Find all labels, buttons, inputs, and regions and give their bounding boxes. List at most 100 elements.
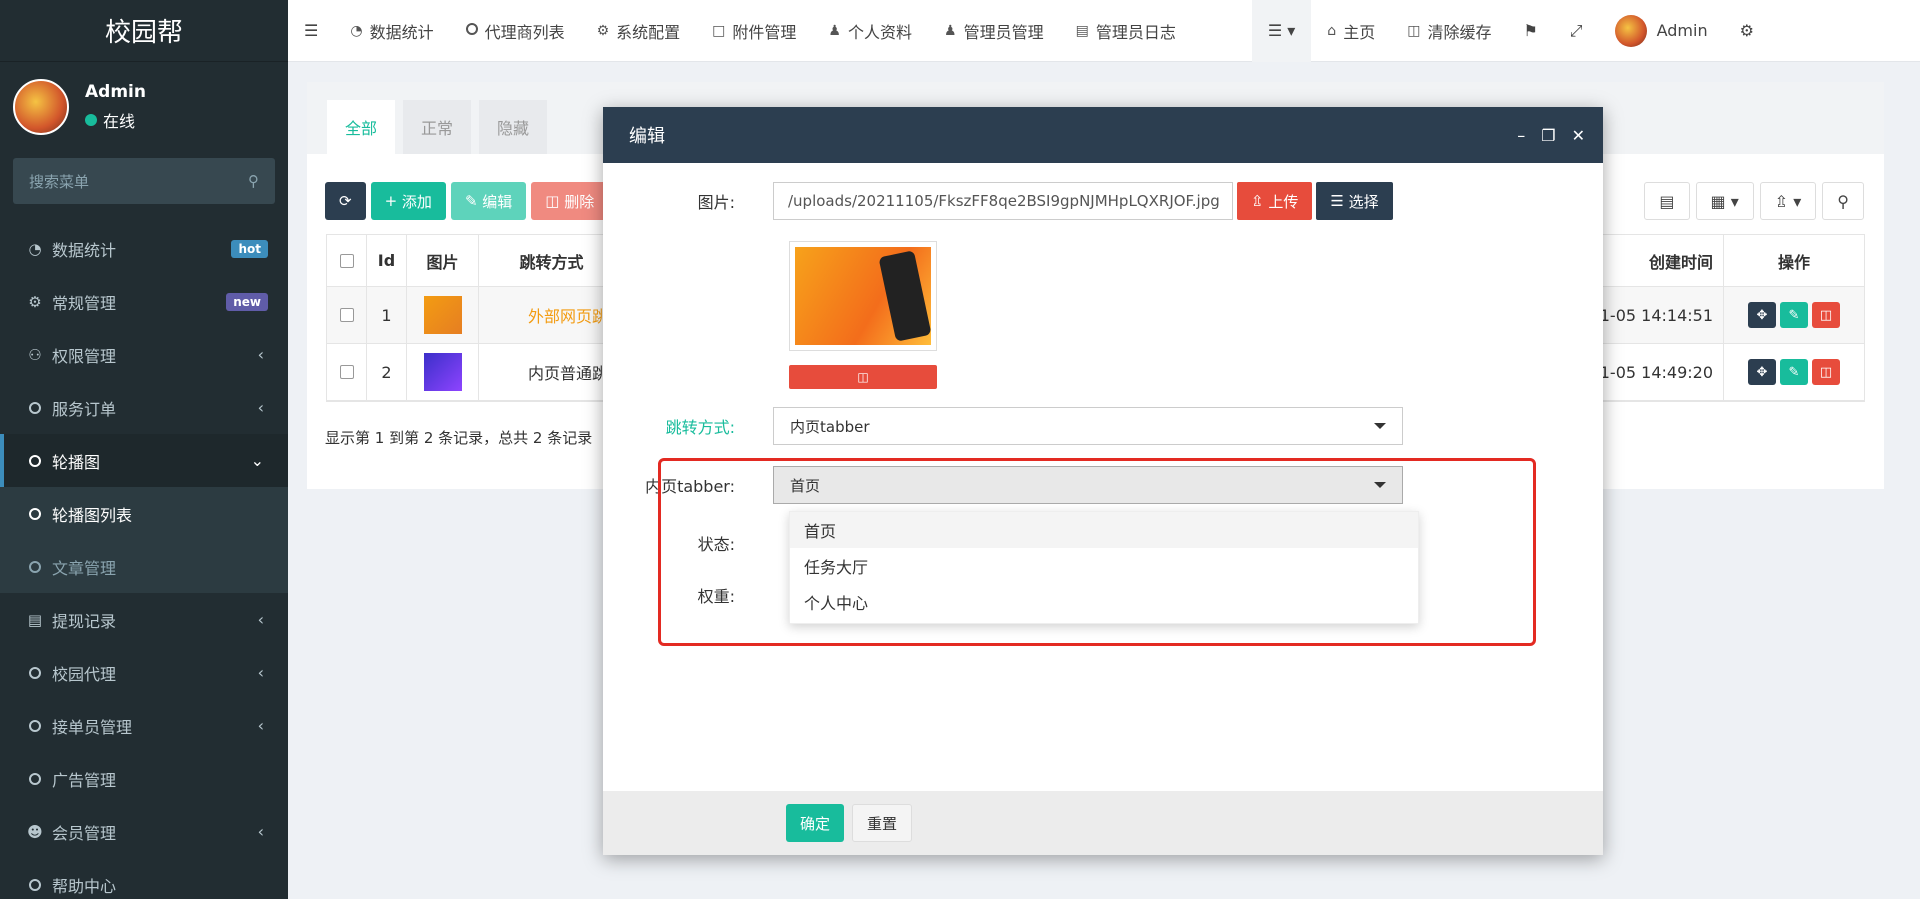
jump-select[interactable]: 内页tabber (773, 407, 1403, 445)
option-personal-center[interactable]: 个人中心 (790, 584, 1418, 620)
option-task-hall[interactable]: 任务大厅 (790, 548, 1418, 584)
row-checkbox[interactable] (327, 344, 367, 400)
nav-tab-admin-log[interactable]: ▤ 管理员日志 (1060, 0, 1192, 62)
nav-tab-attachments[interactable]: □ 附件管理 (696, 0, 812, 62)
tabber-select[interactable]: 首页 (773, 466, 1403, 504)
user-icon: ♟ (828, 22, 841, 39)
sidebar-item-withdraw[interactable]: ▤ 提现记录 ‹ (0, 593, 288, 646)
chevron-left-icon: ‹ (257, 398, 264, 417)
header-id[interactable]: Id (367, 235, 407, 286)
nav-tab-dashboard[interactable]: ◔ 数据统计 (334, 0, 449, 62)
remove-image-button[interactable]: ◫ (789, 365, 937, 389)
brand-title[interactable]: 校园帮 (0, 0, 288, 62)
sidebar-item-takers[interactable]: 接单员管理 ‹ (0, 699, 288, 752)
grid-icon: ▦ ▾ (1710, 191, 1739, 211)
sidebar-item-help[interactable]: 帮助中心 (0, 858, 288, 899)
online-dot-icon (85, 114, 97, 126)
export-button[interactable]: ⇫ ▾ (1759, 182, 1817, 220)
row-checkbox[interactable] (327, 287, 367, 343)
search-button[interactable]: ⚲ (1822, 182, 1864, 220)
tab-normal[interactable]: 正常 (403, 100, 472, 154)
sidebar-item-carousel-list[interactable]: 轮播图列表 (0, 487, 288, 540)
avatar (13, 79, 69, 135)
list-alt-icon: ▤ (1075, 22, 1089, 39)
tabber-label: 内页tabber: (645, 477, 735, 496)
tabber-field-row: 内页tabber: 首页 (603, 466, 1403, 504)
nav-tab-agents[interactable]: 代理商列表 (450, 0, 581, 62)
row-thumbnail[interactable] (407, 344, 479, 400)
nav-dropdown-menu[interactable]: ☰ ▾ (1251, 0, 1312, 62)
drag-handle-icon[interactable]: ✥ (1748, 359, 1776, 385)
sidebar-item-auth[interactable]: ⚇ 权限管理 ‹ (0, 328, 288, 381)
nav-tab-admins[interactable]: ♟ 管理员管理 (928, 0, 1060, 62)
sidebar-item-carousel[interactable]: 轮播图 ⌄ (0, 434, 288, 487)
settings-button[interactable]: ⚙ (1724, 0, 1770, 62)
modal-header[interactable]: 编辑 – ❐ ✕ (603, 107, 1603, 163)
maximize-icon[interactable]: ❐ (1541, 126, 1555, 145)
sidebar-toggle-button[interactable]: ☰ (288, 0, 334, 62)
upload-icon: ⇫ (1251, 192, 1269, 210)
toolbar: ⟳ + 添加 ✎ 编辑 ◫ 删除 (325, 182, 613, 220)
admin-user-menu[interactable]: Admin (1599, 0, 1724, 62)
nav-tab-profile[interactable]: ♟ 个人资料 (812, 0, 928, 62)
caret-down-icon (1374, 482, 1386, 488)
edit-row-button[interactable]: ✎ (1780, 359, 1808, 385)
circle-icon (26, 401, 44, 414)
choose-button[interactable]: ☰ 选择 (1316, 182, 1393, 220)
row-thumbnail[interactable] (407, 287, 479, 343)
option-home[interactable]: 首页 (790, 512, 1418, 548)
language-icon: ⚑ (1523, 21, 1538, 40)
chevron-left-icon: ‹ (257, 610, 264, 629)
search-icon: ⚲ (1837, 191, 1849, 211)
nav-tab-config[interactable]: ⚙ 系统配置 (581, 0, 697, 62)
sidebar-item-ads[interactable]: 广告管理 (0, 752, 288, 805)
close-icon[interactable]: ✕ (1572, 126, 1585, 145)
tab-hidden[interactable]: 隐藏 (479, 100, 548, 154)
dashboard-icon: ◔ (28, 239, 42, 258)
jump-label: 跳转方式: (665, 418, 735, 437)
edit-row-button[interactable]: ✎ (1780, 302, 1808, 328)
home-link[interactable]: ⌂ 主页 (1311, 0, 1391, 62)
drag-handle-icon[interactable]: ✥ (1748, 302, 1776, 328)
new-badge: new (226, 292, 268, 311)
delete-button[interactable]: ◫ 删除 (531, 182, 609, 220)
add-button[interactable]: + 添加 (370, 182, 446, 220)
fullscreen-button[interactable]: ⤢ (1554, 0, 1599, 62)
search-icon[interactable]: ⚲ (248, 172, 259, 190)
cogs-icon: ⚙ (28, 292, 42, 311)
image-preview[interactable] (789, 241, 937, 351)
hot-badge: hot (231, 239, 268, 258)
select-all-checkbox[interactable] (327, 235, 367, 286)
language-button[interactable]: ⚑ (1507, 0, 1553, 62)
weight-label: 权重: (697, 587, 735, 606)
sidebar-item-articles[interactable]: 文章管理 (0, 540, 288, 593)
sidebar-item-dashboard[interactable]: ◔ 数据统计 hot (0, 222, 288, 275)
menu-search-input[interactable]: 搜索菜单 ⚲ (13, 158, 275, 204)
clear-cache-button[interactable]: ◫ 清除缓存 (1391, 0, 1507, 62)
confirm-button[interactable]: 确定 (786, 804, 845, 842)
reset-button[interactable]: 重置 (852, 804, 913, 842)
avatar (1614, 14, 1647, 47)
tab-all[interactable]: 全部 (327, 100, 396, 154)
image-path-input[interactable]: /uploads/20211105/FkszFF8qe2BSI9gpNJMHpL… (773, 182, 1233, 220)
upload-button[interactable]: ⇫ 上传 (1237, 182, 1313, 220)
minimize-icon[interactable]: – (1517, 126, 1525, 145)
toggle-view-button[interactable]: ▤ (1644, 182, 1690, 220)
preview-image (795, 247, 931, 345)
users-icon: ⚇ (28, 345, 42, 364)
user-panel: Admin 在线 (0, 62, 288, 152)
sidebar-item-campus-agent[interactable]: 校园代理 ‹ (0, 646, 288, 699)
trash-icon: ◫ (857, 370, 869, 384)
edit-button[interactable]: ✎ 编辑 (450, 182, 527, 220)
pagination-info: 显示第 1 到第 2 条记录，总共 2 条记录 (325, 429, 593, 447)
export-icon: ⇫ ▾ (1774, 191, 1802, 211)
sidebar-item-members[interactable]: ☻ 会员管理 ‹ (0, 805, 288, 858)
refresh-button[interactable]: ⟳ (325, 182, 366, 220)
circle-icon (26, 454, 44, 467)
delete-row-button[interactable]: ◫ (1812, 302, 1840, 328)
columns-button[interactable]: ▦ ▾ (1695, 182, 1754, 220)
sidebar-item-general[interactable]: ⚙ 常规管理 new (0, 275, 288, 328)
delete-row-button[interactable]: ◫ (1812, 359, 1840, 385)
tabber-dropdown: 首页 任务大厅 个人中心 (789, 511, 1419, 624)
sidebar-item-orders[interactable]: 服务订单 ‹ (0, 381, 288, 434)
